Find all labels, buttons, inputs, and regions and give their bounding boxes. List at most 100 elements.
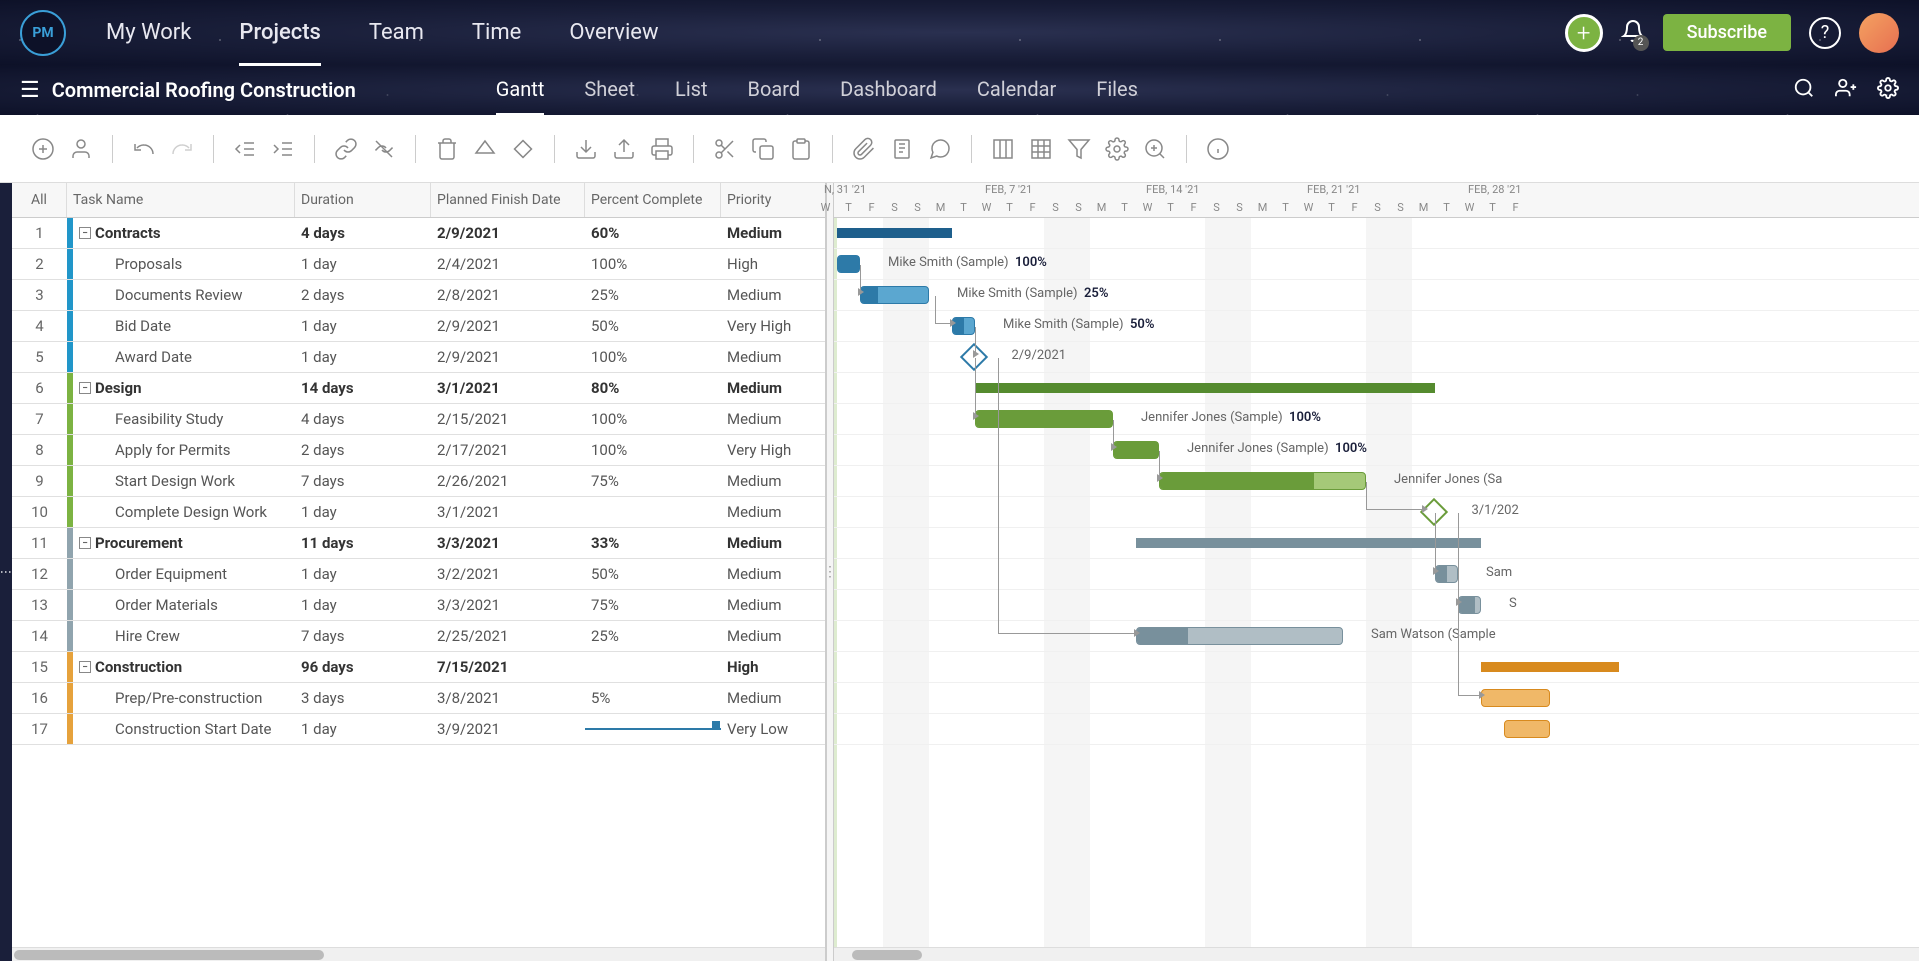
- nav-team[interactable]: Team: [369, 2, 424, 63]
- add-row-icon[interactable]: [30, 136, 56, 162]
- view-calendar[interactable]: Calendar: [977, 65, 1056, 116]
- view-gantt[interactable]: Gantt: [496, 65, 545, 116]
- cell-name[interactable]: Order Materials: [73, 596, 295, 614]
- cell-priority[interactable]: Very Low: [721, 720, 825, 738]
- gantt-task-bar[interactable]: [837, 255, 860, 273]
- gantt-row[interactable]: Jennifer Jones (Sample) 100%: [834, 435, 1919, 466]
- cell-pct[interactable]: 100%: [585, 255, 721, 273]
- cell-pct[interactable]: [585, 728, 721, 730]
- view-board[interactable]: Board: [748, 65, 801, 116]
- gantt-body[interactable]: Mike Smith (Sample) 100%Mike Smith (Samp…: [834, 218, 1919, 947]
- col-name[interactable]: Task Name: [67, 183, 295, 217]
- cell-name[interactable]: Order Equipment: [73, 565, 295, 583]
- filter-icon[interactable]: [1066, 136, 1092, 162]
- cell-date[interactable]: 3/2/2021: [431, 565, 585, 583]
- cell-date[interactable]: 2/26/2021: [431, 472, 585, 490]
- add-button[interactable]: +: [1565, 14, 1603, 52]
- cell-duration[interactable]: 96 days: [295, 658, 431, 676]
- view-dashboard[interactable]: Dashboard: [840, 65, 937, 116]
- task-row[interactable]: 15 − Construction 96 days 7/15/2021 High: [12, 652, 825, 683]
- gantt-row[interactable]: Sam: [834, 559, 1919, 590]
- cell-duration[interactable]: 7 days: [295, 472, 431, 490]
- cell-priority[interactable]: Medium: [721, 410, 825, 428]
- gantt-summary-bar[interactable]: [975, 383, 1435, 393]
- gantt-row[interactable]: Mike Smith (Sample) 100%: [834, 249, 1919, 280]
- task-row[interactable]: 3 Documents Review 2 days 2/8/2021 25% M…: [12, 280, 825, 311]
- gantt-row[interactable]: Mike Smith (Sample) 25%: [834, 280, 1919, 311]
- cell-pct[interactable]: 5%: [585, 689, 721, 707]
- cell-date[interactable]: 2/17/2021: [431, 441, 585, 459]
- task-row[interactable]: 6 − Design 14 days 3/1/2021 80% Medium: [12, 373, 825, 404]
- cell-name[interactable]: − Construction: [73, 658, 295, 676]
- notifications-icon[interactable]: 2: [1621, 19, 1645, 47]
- cell-date[interactable]: 2/9/2021: [431, 348, 585, 366]
- cell-priority[interactable]: Very High: [721, 441, 825, 459]
- cell-date[interactable]: 2/9/2021: [431, 224, 585, 242]
- gantt-row[interactable]: 2/9/2021: [834, 342, 1919, 373]
- gantt-summary-bar[interactable]: [837, 228, 952, 238]
- info-icon[interactable]: [1205, 136, 1231, 162]
- cell-duration[interactable]: 1 day: [295, 348, 431, 366]
- grid-icon[interactable]: [1028, 136, 1054, 162]
- gantt-row[interactable]: S: [834, 590, 1919, 621]
- gantt-summary-bar[interactable]: [1481, 662, 1619, 672]
- cell-pct[interactable]: 33%: [585, 534, 721, 552]
- cell-date[interactable]: 2/4/2021: [431, 255, 585, 273]
- notes-icon[interactable]: [889, 136, 915, 162]
- cell-pct[interactable]: 50%: [585, 317, 721, 335]
- cell-priority[interactable]: Medium: [721, 689, 825, 707]
- cell-duration[interactable]: 11 days: [295, 534, 431, 552]
- gantt-row[interactable]: Sam Watson (Sample: [834, 621, 1919, 652]
- undo-icon[interactable]: [131, 136, 157, 162]
- task-row[interactable]: 2 Proposals 1 day 2/4/2021 100% High: [12, 249, 825, 280]
- task-row[interactable]: 16 Prep/Pre-construction 3 days 3/8/2021…: [12, 683, 825, 714]
- gantt-row[interactable]: [834, 683, 1919, 714]
- col-date[interactable]: Planned Finish Date: [431, 183, 585, 217]
- cell-priority[interactable]: Medium: [721, 534, 825, 552]
- cell-name[interactable]: Complete Design Work: [73, 503, 295, 521]
- view-files[interactable]: Files: [1096, 65, 1138, 116]
- cell-date[interactable]: 3/1/2021: [431, 503, 585, 521]
- cell-date[interactable]: 2/9/2021: [431, 317, 585, 335]
- view-sheet[interactable]: Sheet: [584, 65, 635, 116]
- cell-date[interactable]: 3/3/2021: [431, 534, 585, 552]
- cell-name[interactable]: Bid Date: [73, 317, 295, 335]
- cell-duration[interactable]: 2 days: [295, 286, 431, 304]
- paste-icon[interactable]: [788, 136, 814, 162]
- cell-name[interactable]: Construction Start Date: [73, 720, 295, 738]
- cell-pct[interactable]: 75%: [585, 596, 721, 614]
- task-row[interactable]: 11 − Procurement 11 days 3/3/2021 33% Me…: [12, 528, 825, 559]
- cell-date[interactable]: 2/8/2021: [431, 286, 585, 304]
- nav-time[interactable]: Time: [472, 2, 521, 63]
- gear-icon[interactable]: [1104, 136, 1130, 162]
- grid-hscroll[interactable]: [12, 947, 825, 961]
- cell-name[interactable]: Apply for Permits: [73, 441, 295, 459]
- attach-icon[interactable]: [851, 136, 877, 162]
- cell-date[interactable]: 2/15/2021: [431, 410, 585, 428]
- collapse-icon[interactable]: −: [79, 661, 91, 673]
- menu-icon[interactable]: ☰: [20, 78, 40, 103]
- cell-priority[interactable]: Medium: [721, 379, 825, 397]
- cell-duration[interactable]: 1 day: [295, 596, 431, 614]
- collapse-icon[interactable]: −: [79, 537, 91, 549]
- logo[interactable]: PM: [20, 10, 66, 56]
- view-list[interactable]: List: [675, 65, 708, 116]
- gantt-row[interactable]: [834, 714, 1919, 745]
- cell-name[interactable]: − Design: [73, 379, 295, 397]
- cell-duration[interactable]: 7 days: [295, 627, 431, 645]
- cell-name[interactable]: Documents Review: [73, 286, 295, 304]
- cell-priority[interactable]: Very High: [721, 317, 825, 335]
- cell-name[interactable]: Award Date: [73, 348, 295, 366]
- collapse-icon[interactable]: −: [79, 382, 91, 394]
- col-all[interactable]: All: [12, 183, 67, 217]
- col-pct[interactable]: Percent Complete: [585, 183, 721, 217]
- cell-pct[interactable]: 60%: [585, 224, 721, 242]
- cell-date[interactable]: 3/9/2021: [431, 720, 585, 738]
- gantt-summary-bar[interactable]: [1136, 538, 1481, 548]
- splitter[interactable]: [826, 183, 834, 961]
- gantt-row[interactable]: Jennifer Jones (Sa: [834, 466, 1919, 497]
- cell-name[interactable]: Prep/Pre-construction: [73, 689, 295, 707]
- cell-pct[interactable]: 75%: [585, 472, 721, 490]
- task-row[interactable]: 4 Bid Date 1 day 2/9/2021 50% Very High: [12, 311, 825, 342]
- add-user-icon[interactable]: [1835, 77, 1857, 103]
